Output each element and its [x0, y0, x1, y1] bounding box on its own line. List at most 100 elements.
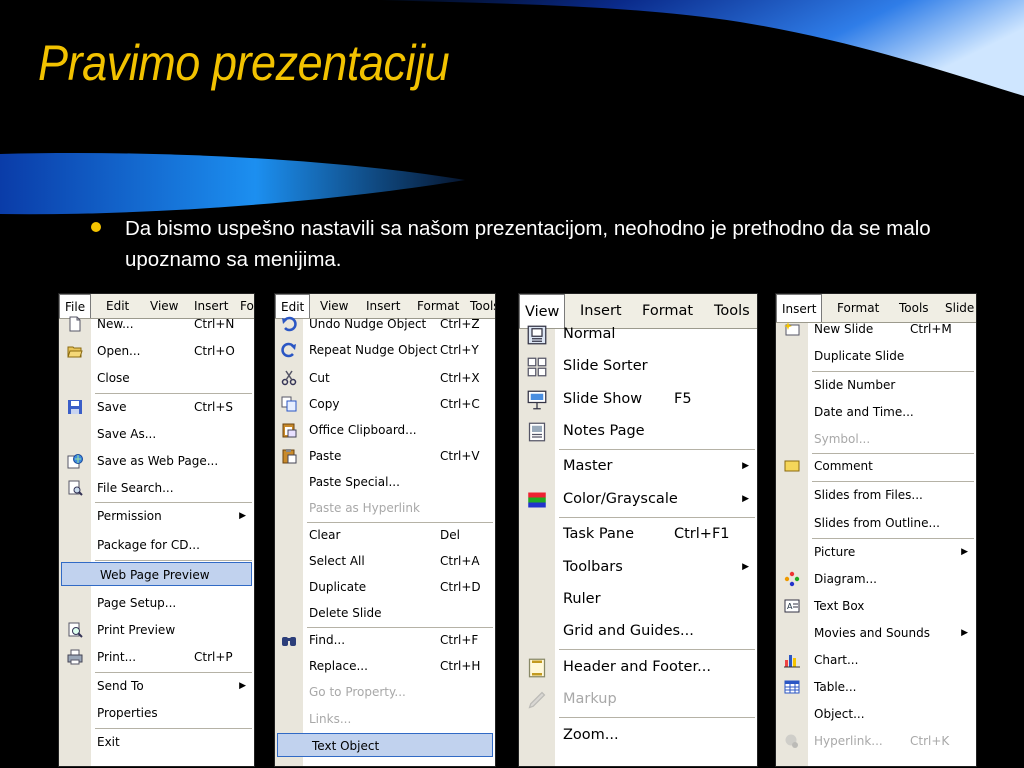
menu-item-label: Chart... [814, 653, 859, 667]
menu-item-save-as-web-page[interactable]: Save as Web Page... [59, 449, 254, 473]
menu-item-label: Normal [563, 325, 616, 342]
menu-item-slide-show[interactable]: Slide Show F5 [519, 385, 757, 414]
menu-item-header-and-footer[interactable]: Header and Footer... [519, 653, 757, 682]
menu-item-date-and-time[interactable]: Date and Time... [776, 400, 976, 424]
menu-item-file-search[interactable]: File Search... [59, 476, 254, 500]
menu-item-label: Office Clipboard... [309, 423, 417, 437]
menu-item-label: Copy [309, 397, 340, 411]
menu-item-office-clipboard[interactable]: Office Clipboard... [275, 418, 495, 442]
menu-item-duplicate-slide[interactable]: Duplicate Slide [776, 344, 976, 368]
menu-item-slides-from-outline[interactable]: Slides from Outline... [776, 511, 976, 535]
menu-item-slide-sorter[interactable]: Slide Sorter [519, 352, 757, 381]
menu-item-label: Ruler [563, 590, 601, 607]
menu-item-duplicate[interactable]: Duplicate Ctrl+D [275, 575, 495, 599]
menu-item-save-as[interactable]: Save As... [59, 422, 254, 446]
menu-item-label: Replace... [309, 659, 368, 673]
menu-item-paste[interactable]: Paste Ctrl+V [275, 444, 495, 468]
menu-item-label: Hyperlink... [814, 734, 883, 748]
menu-item-label: Text Box [814, 599, 865, 613]
menu-item-text-object[interactable]: Text Object [277, 733, 493, 757]
menu-item-picture[interactable]: Picture ▶ [776, 540, 976, 564]
menu-item-color-grayscale[interactable]: Color/Grayscale ▶ [519, 485, 757, 514]
submenu-arrow-icon: ▶ [239, 511, 246, 521]
menu-panel-edit: EditViewInsertFormatToolsUndo Nudge Obje… [274, 293, 496, 767]
submenu-arrow-icon: ▶ [239, 681, 246, 691]
menu-item-table[interactable]: Table... [776, 675, 976, 699]
menu-separator [812, 453, 974, 454]
menu-item-chart[interactable]: Chart... [776, 648, 976, 672]
menu-item-undo-nudge-object[interactable]: Undo Nudge Object Ctrl+Z [275, 312, 495, 336]
menu-item-label: Slide Show [563, 390, 643, 407]
menu-item-label: Delete Slide [309, 606, 382, 620]
menu-item-exit[interactable]: Exit [59, 730, 254, 754]
svg-text:A: A [787, 602, 793, 611]
menu-item-repeat-nudge-object[interactable]: Repeat Nudge Object Ctrl+Y [275, 338, 495, 362]
menu-item-toolbars[interactable]: Toolbars ▶ [519, 553, 757, 582]
menu-separator [95, 502, 252, 503]
menu-item-label: Save as Web Page... [97, 454, 219, 468]
menu-item-object[interactable]: Object... [776, 702, 976, 726]
submenu-arrow-icon: ▶ [742, 493, 749, 504]
menu-item-task-pane[interactable]: Task Pane Ctrl+F1 [519, 520, 757, 549]
menu-item-open[interactable]: Open... Ctrl+O [59, 339, 254, 363]
menu-item-properties[interactable]: Properties [59, 701, 254, 725]
menu-item-label: Zoom... [563, 726, 619, 743]
menu-item-shortcut: Ctrl+V [440, 449, 480, 463]
menu-item-paste-special[interactable]: Paste Special... [275, 470, 495, 494]
menu-item-markup[interactable]: Markup [519, 685, 757, 714]
menu-item-label: Text Object [312, 739, 380, 753]
menu-item-print[interactable]: Print... Ctrl+P [59, 645, 254, 669]
menu-item-permission[interactable]: Permission ▶ [59, 504, 254, 528]
menu-item-label: Paste [309, 449, 342, 463]
slide-title: Pravimo prezentaciju [38, 35, 450, 91]
menu-item-close[interactable]: Close [59, 366, 254, 390]
menu-item-copy[interactable]: Copy Ctrl+C [275, 392, 495, 416]
menu-item-zoom[interactable]: Zoom... [519, 721, 757, 750]
menu-item-go-to-property[interactable]: Go to Property... [275, 680, 495, 704]
menu-item-label: Task Pane [563, 525, 634, 542]
menu-item-delete-slide[interactable]: Delete Slide [275, 601, 495, 625]
menu-item-find[interactable]: Find... Ctrl+F [275, 628, 495, 652]
menu-item-text-box[interactable]: A Text Box [776, 594, 976, 618]
menu-item-paste-as-hyperlink[interactable]: Paste as Hyperlink [275, 496, 495, 520]
menu-item-comment[interactable]: Comment [776, 454, 976, 478]
menu-separator [812, 481, 974, 482]
menu-item-new-slide[interactable]: New Slide Ctrl+M [776, 317, 976, 341]
menu-item-print-preview[interactable]: Print Preview [59, 618, 254, 642]
menu-item-clear[interactable]: Clear Del [275, 523, 495, 547]
menu-item-label: Slide Sorter [563, 357, 648, 374]
menu-item-ruler[interactable]: Ruler [519, 585, 757, 614]
menu-item-save[interactable]: Save Ctrl+S [59, 395, 254, 419]
menu-panel-file: File Edit View Insert Fo New... Ctrl+N Open... C… [58, 293, 255, 767]
menu-item-new[interactable]: New... Ctrl+N [59, 312, 254, 336]
menu-item-page-setup[interactable]: Page Setup... [59, 591, 254, 615]
menu-item-shortcut: Ctrl+Y [440, 343, 479, 357]
menu-item-label: Markup [563, 690, 617, 707]
menu-item-label: Toolbars [563, 558, 623, 575]
menu-item-notes-page[interactable]: Notes Page [519, 417, 757, 446]
menu-item-normal[interactable]: Normal [519, 320, 757, 349]
menu-item-label: New Slide [814, 322, 874, 336]
menu-item-movies-and-sounds[interactable]: Movies and Sounds ▶ [776, 621, 976, 645]
menu-item-web-page-preview[interactable]: Web Page Preview [61, 562, 252, 586]
menu-item-replace[interactable]: Replace... Ctrl+H [275, 654, 495, 678]
menu-item-cut[interactable]: Cut Ctrl+X [275, 366, 495, 390]
menu-item-label: Paste as Hyperlink [309, 501, 420, 515]
menu-item-send-to[interactable]: Send To ▶ [59, 674, 254, 698]
menu-item-package-for-cd[interactable]: Package for CD... [59, 533, 254, 557]
menu-item-shortcut: Ctrl+D [440, 580, 481, 594]
menu-item-links[interactable]: Links... [275, 707, 495, 731]
menu-separator [95, 672, 252, 673]
menu-item-label: Table... [814, 680, 857, 694]
menu-item-shortcut: Ctrl+M [910, 322, 952, 336]
menu-item-hyperlink[interactable]: Hyperlink... Ctrl+K [776, 729, 976, 753]
menu-item-grid-and-guides[interactable]: Grid and Guides... [519, 617, 757, 646]
menu-item-label: Clear [309, 528, 341, 542]
menu-item-select-all[interactable]: Select All Ctrl+A [275, 549, 495, 573]
menu-item-diagram[interactable]: Diagram... [776, 567, 976, 591]
menu-item-symbol[interactable]: Symbol... [776, 427, 976, 451]
menu-item-slides-from-files[interactable]: Slides from Files... [776, 483, 976, 507]
menu-panel-view: View Insert Format Tools Normal Slide Sorter S… [518, 293, 758, 767]
menu-item-master[interactable]: Master ▶ [519, 452, 757, 481]
menu-item-slide-number[interactable]: Slide Number [776, 373, 976, 397]
